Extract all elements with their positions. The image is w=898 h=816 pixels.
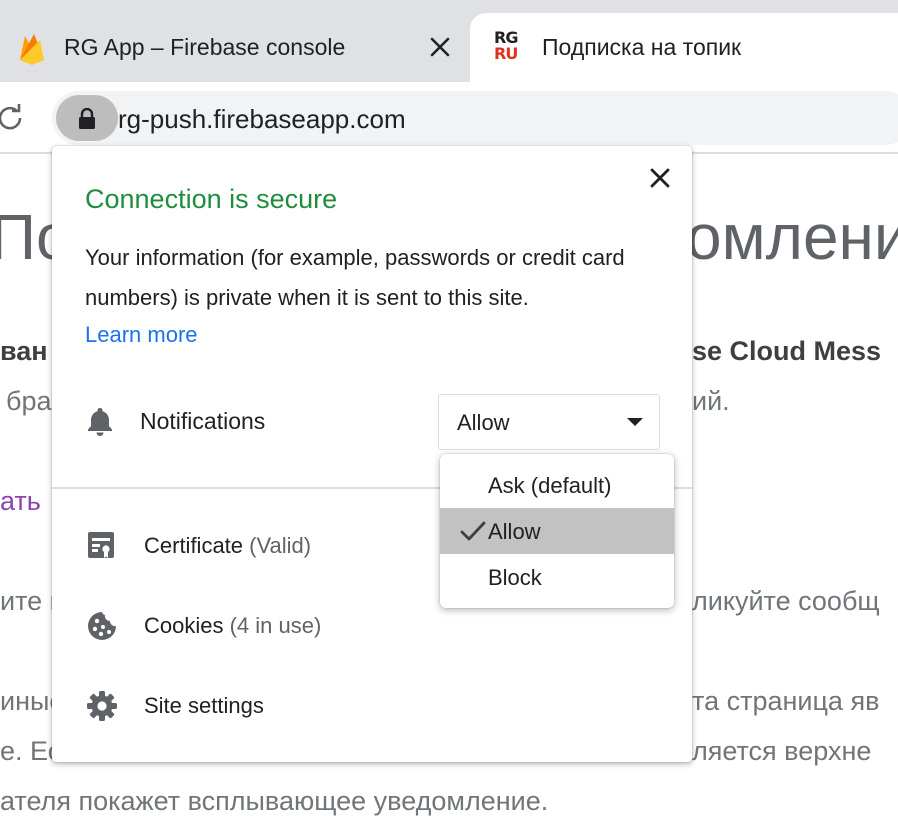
rg-ru-icon: RG RU — [494, 28, 518, 63]
notifications-permission-row: Notifications Allow — [52, 392, 692, 452]
connection-description: Your information (for example, passwords… — [85, 245, 625, 310]
option-label: Allow — [488, 519, 541, 544]
page-text: ван — [0, 336, 48, 366]
lock-icon — [79, 108, 95, 129]
site-settings-label: Site settings — [144, 693, 264, 718]
address-bar[interactable]: rg-push.firebaseapp.com — [52, 91, 898, 145]
browser-toolbar: rg-push.firebaseapp.com — [0, 82, 898, 154]
close-icon[interactable] — [646, 164, 674, 192]
tab-title: RG App – Firebase console — [64, 34, 346, 60]
option-label: Ask (default) — [488, 473, 612, 498]
page-text: та страница яв — [692, 686, 880, 716]
page-text: se Cloud Mess — [692, 336, 882, 366]
notifications-select-value: Allow — [457, 410, 510, 435]
learn-more-link[interactable]: Learn more — [85, 322, 198, 348]
checkmark-icon — [460, 521, 486, 541]
tab-topic-subscription[interactable]: RG RU Подписка на топик — [470, 13, 898, 82]
certificate-icon — [88, 532, 114, 558]
url-text[interactable]: rg-push.firebaseapp.com — [118, 104, 406, 135]
cookies-label-group: Cookies (4 in use) — [144, 613, 321, 639]
notifications-label: Notifications — [140, 408, 266, 434]
certificate-status: (Valid) — [249, 533, 312, 558]
firebase-icon — [20, 34, 44, 65]
tab-firebase-console[interactable]: RG App – Firebase console — [0, 13, 470, 82]
page-text: бра — [6, 386, 52, 416]
reload-icon[interactable] — [0, 102, 26, 134]
site-settings-row[interactable]: Site settings — [52, 676, 692, 736]
certificate-label: Certificate — [144, 533, 244, 558]
tab-title: Подписка на топик — [542, 34, 742, 60]
page-text: ателя покажет всплывающее уведомление. — [0, 786, 549, 816]
option-block[interactable]: Block — [440, 554, 674, 600]
close-tab-icon[interactable] — [426, 33, 454, 61]
cookies-status: (4 in use) — [229, 613, 322, 638]
option-label: Block — [488, 565, 542, 590]
site-info-button[interactable] — [56, 95, 118, 141]
gear-icon — [87, 691, 117, 721]
page-heading: омлени — [686, 201, 898, 273]
page-text: ий. — [692, 386, 730, 416]
page-text: ликуйте сообщ — [692, 586, 880, 616]
notifications-dropdown-menu: Ask (default) Allow Block — [440, 454, 674, 608]
option-ask-default[interactable]: Ask (default) — [440, 462, 674, 508]
tab-strip: RG App – Firebase console RG RU Подписка … — [0, 0, 898, 82]
notifications-select[interactable]: Allow — [438, 394, 660, 450]
caret-down-icon — [627, 418, 643, 426]
cookies-label: Cookies — [144, 613, 224, 638]
certificate-label-group: Certificate (Valid) — [144, 533, 311, 559]
cookie-icon — [88, 612, 116, 640]
option-allow[interactable]: Allow — [440, 508, 674, 554]
connection-status-title: Connection is secure — [85, 184, 338, 214]
page-link[interactable]: ать — [0, 486, 41, 517]
bell-icon — [88, 408, 112, 436]
page-text: ляется верхне — [692, 736, 872, 766]
